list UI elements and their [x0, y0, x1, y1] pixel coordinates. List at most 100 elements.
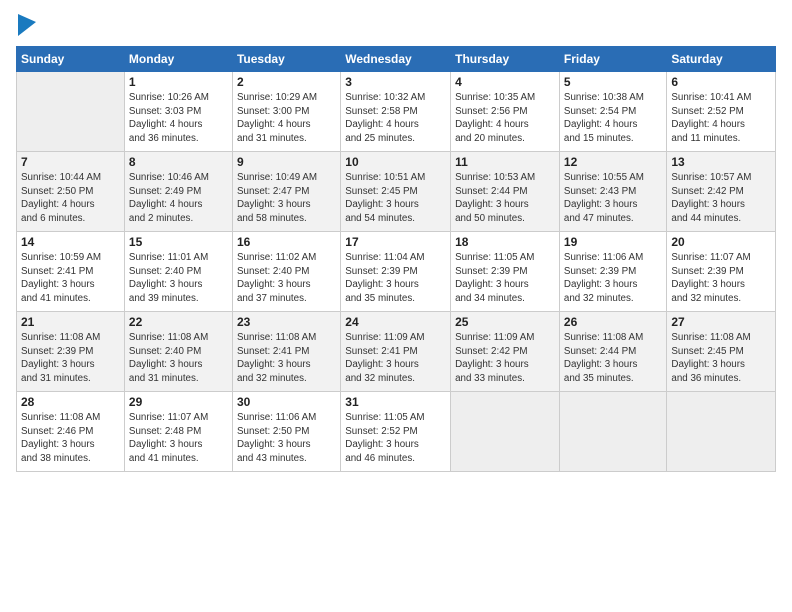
- calendar-header-row: SundayMondayTuesdayWednesdayThursdayFrid…: [17, 47, 776, 72]
- calendar-cell: 6 Sunrise: 10:41 AM Sunset: 2:52 PM Dayli…: [667, 72, 776, 152]
- calendar-cell: [17, 72, 125, 152]
- calendar-cell: 17 Sunrise: 11:04 AM Sunset: 2:39 PM Dayl…: [341, 232, 451, 312]
- page: SundayMondayTuesdayWednesdayThursdayFrid…: [0, 0, 792, 612]
- cell-info: Sunrise: 10:51 AM Sunset: 2:45 PM Daylig…: [345, 171, 446, 226]
- cell-date-number: 9: [237, 155, 336, 169]
- calendar-week-1: 1 Sunrise: 10:26 AM Sunset: 3:03 PM Dayli…: [17, 72, 776, 152]
- cell-date-number: 16: [237, 235, 336, 249]
- calendar-cell: [667, 392, 776, 472]
- cell-date-number: 26: [564, 315, 662, 329]
- cell-info: Sunrise: 11:07 AM Sunset: 2:48 PM Daylig…: [129, 411, 228, 466]
- calendar-cell: 5Sunrise: 10:38 AM Sunset: 2:54 PM Dayli…: [559, 72, 666, 152]
- calendar-week-4: 21Sunrise: 11:08 AM Sunset: 2:39 PM Dayl…: [17, 312, 776, 392]
- cell-date-number: 13: [671, 155, 771, 169]
- cell-info: Sunrise: 10:46 AM Sunset: 2:49 PM Daylig…: [129, 171, 228, 226]
- cell-info: Sunrise: 11:09 AM Sunset: 2:41 PM Daylig…: [345, 331, 446, 386]
- day-header-monday: Monday: [124, 47, 232, 72]
- cell-info: Sunrise: 11:05 AM Sunset: 2:39 PM Daylig…: [455, 251, 555, 306]
- cell-info: Sunrise: 11:01 AM Sunset: 2:40 PM Daylig…: [129, 251, 228, 306]
- cell-info: Sunrise: 11:07 AM Sunset: 2:39 PM Daylig…: [671, 251, 771, 306]
- calendar-cell: 31 Sunrise: 11:05 AM Sunset: 2:52 PM Dayl…: [341, 392, 451, 472]
- cell-info: Sunrise: 11:08 AM Sunset: 2:46 PM Daylig…: [21, 411, 120, 466]
- cell-date-number: 3: [345, 75, 446, 89]
- cell-info: Sunrise: 10:49 AM Sunset: 2:47 PM Daylig…: [237, 171, 336, 226]
- cell-date-number: 22: [129, 315, 228, 329]
- cell-date-number: 11: [455, 155, 555, 169]
- calendar-cell: 9 Sunrise: 10:49 AM Sunset: 2:47 PM Dayli…: [232, 152, 340, 232]
- cell-info: Sunrise: 11:09 AM Sunset: 2:42 PM Daylig…: [455, 331, 555, 386]
- cell-date-number: 6: [671, 75, 771, 89]
- calendar-cell: [559, 392, 666, 472]
- day-header-wednesday: Wednesday: [341, 47, 451, 72]
- calendar-cell: 21Sunrise: 11:08 AM Sunset: 2:39 PM Dayl…: [17, 312, 125, 392]
- cell-info: Sunrise: 11:08 AM Sunset: 2:44 PM Daylig…: [564, 331, 662, 386]
- calendar-body: 1 Sunrise: 10:26 AM Sunset: 3:03 PM Dayli…: [17, 72, 776, 472]
- cell-info: Sunrise: 10:57 AM Sunset: 2:42 PM Daylig…: [671, 171, 771, 226]
- logo-icon: [18, 14, 36, 36]
- calendar-cell: 11 Sunrise: 10:53 AM Sunset: 2:44 PM Dayl…: [451, 152, 560, 232]
- cell-date-number: 17: [345, 235, 446, 249]
- cell-date-number: 2: [237, 75, 336, 89]
- calendar-cell: 27Sunrise: 11:08 AM Sunset: 2:45 PM Dayl…: [667, 312, 776, 392]
- calendar-cell: 26 Sunrise: 11:08 AM Sunset: 2:44 PM Dayl…: [559, 312, 666, 392]
- day-header-friday: Friday: [559, 47, 666, 72]
- cell-info: Sunrise: 11:08 AM Sunset: 2:41 PM Daylig…: [237, 331, 336, 386]
- calendar-cell: 1 Sunrise: 10:26 AM Sunset: 3:03 PM Dayli…: [124, 72, 232, 152]
- cell-date-number: 15: [129, 235, 228, 249]
- cell-info: Sunrise: 10:32 AM Sunset: 2:58 PM Daylig…: [345, 91, 446, 146]
- calendar-cell: 24 Sunrise: 11:09 AM Sunset: 2:41 PM Dayl…: [341, 312, 451, 392]
- cell-info: Sunrise: 11:05 AM Sunset: 2:52 PM Daylig…: [345, 411, 446, 466]
- cell-date-number: 19: [564, 235, 662, 249]
- header: [16, 16, 776, 38]
- cell-info: Sunrise: 10:26 AM Sunset: 3:03 PM Daylig…: [129, 91, 228, 146]
- calendar-week-3: 14Sunrise: 10:59 AM Sunset: 2:41 PM Dayl…: [17, 232, 776, 312]
- cell-date-number: 1: [129, 75, 228, 89]
- calendar-cell: 18 Sunrise: 11:05 AM Sunset: 2:39 PM Dayl…: [451, 232, 560, 312]
- day-header-sunday: Sunday: [17, 47, 125, 72]
- logo: [16, 16, 36, 38]
- calendar-cell: 20 Sunrise: 11:07 AM Sunset: 2:39 PM Dayl…: [667, 232, 776, 312]
- cell-date-number: 23: [237, 315, 336, 329]
- cell-info: Sunrise: 11:02 AM Sunset: 2:40 PM Daylig…: [237, 251, 336, 306]
- cell-date-number: 5: [564, 75, 662, 89]
- cell-info: Sunrise: 10:41 AM Sunset: 2:52 PM Daylig…: [671, 91, 771, 146]
- cell-date-number: 12: [564, 155, 662, 169]
- cell-info: Sunrise: 11:06 AM Sunset: 2:39 PM Daylig…: [564, 251, 662, 306]
- calendar-cell: 7 Sunrise: 10:44 AM Sunset: 2:50 PM Dayli…: [17, 152, 125, 232]
- calendar-cell: 15 Sunrise: 11:01 AM Sunset: 2:40 PM Dayl…: [124, 232, 232, 312]
- cell-info: Sunrise: 10:55 AM Sunset: 2:43 PM Daylig…: [564, 171, 662, 226]
- calendar-cell: 14Sunrise: 10:59 AM Sunset: 2:41 PM Dayl…: [17, 232, 125, 312]
- cell-date-number: 21: [21, 315, 120, 329]
- cell-date-number: 10: [345, 155, 446, 169]
- cell-date-number: 24: [345, 315, 446, 329]
- cell-info: Sunrise: 10:29 AM Sunset: 3:00 PM Daylig…: [237, 91, 336, 146]
- calendar-cell: 30 Sunrise: 11:06 AM Sunset: 2:50 PM Dayl…: [232, 392, 340, 472]
- calendar-cell: 8 Sunrise: 10:46 AM Sunset: 2:49 PM Dayli…: [124, 152, 232, 232]
- day-header-saturday: Saturday: [667, 47, 776, 72]
- calendar-cell: 2 Sunrise: 10:29 AM Sunset: 3:00 PM Dayli…: [232, 72, 340, 152]
- cell-info: Sunrise: 10:44 AM Sunset: 2:50 PM Daylig…: [21, 171, 120, 226]
- cell-date-number: 31: [345, 395, 446, 409]
- calendar-cell: 23 Sunrise: 11:08 AM Sunset: 2:41 PM Dayl…: [232, 312, 340, 392]
- cell-date-number: 18: [455, 235, 555, 249]
- calendar-cell: 19 Sunrise: 11:06 AM Sunset: 2:39 PM Dayl…: [559, 232, 666, 312]
- calendar-table: SundayMondayTuesdayWednesdayThursdayFrid…: [16, 46, 776, 472]
- calendar-cell: 29 Sunrise: 11:07 AM Sunset: 2:48 PM Dayl…: [124, 392, 232, 472]
- cell-date-number: 20: [671, 235, 771, 249]
- calendar-cell: 3 Sunrise: 10:32 AM Sunset: 2:58 PM Dayli…: [341, 72, 451, 152]
- cell-info: Sunrise: 11:08 AM Sunset: 2:45 PM Daylig…: [671, 331, 771, 386]
- calendar-week-5: 28 Sunrise: 11:08 AM Sunset: 2:46 PM Dayl…: [17, 392, 776, 472]
- calendar-cell: 25 Sunrise: 11:09 AM Sunset: 2:42 PM Dayl…: [451, 312, 560, 392]
- cell-date-number: 25: [455, 315, 555, 329]
- cell-date-number: 29: [129, 395, 228, 409]
- cell-info: Sunrise: 11:04 AM Sunset: 2:39 PM Daylig…: [345, 251, 446, 306]
- calendar-week-2: 7 Sunrise: 10:44 AM Sunset: 2:50 PM Dayli…: [17, 152, 776, 232]
- cell-date-number: 7: [21, 155, 120, 169]
- cell-info: Sunrise: 10:53 AM Sunset: 2:44 PM Daylig…: [455, 171, 555, 226]
- cell-date-number: 30: [237, 395, 336, 409]
- calendar-cell: 10 Sunrise: 10:51 AM Sunset: 2:45 PM Dayl…: [341, 152, 451, 232]
- cell-info: Sunrise: 11:06 AM Sunset: 2:50 PM Daylig…: [237, 411, 336, 466]
- cell-date-number: 8: [129, 155, 228, 169]
- cell-date-number: 28: [21, 395, 120, 409]
- day-header-tuesday: Tuesday: [232, 47, 340, 72]
